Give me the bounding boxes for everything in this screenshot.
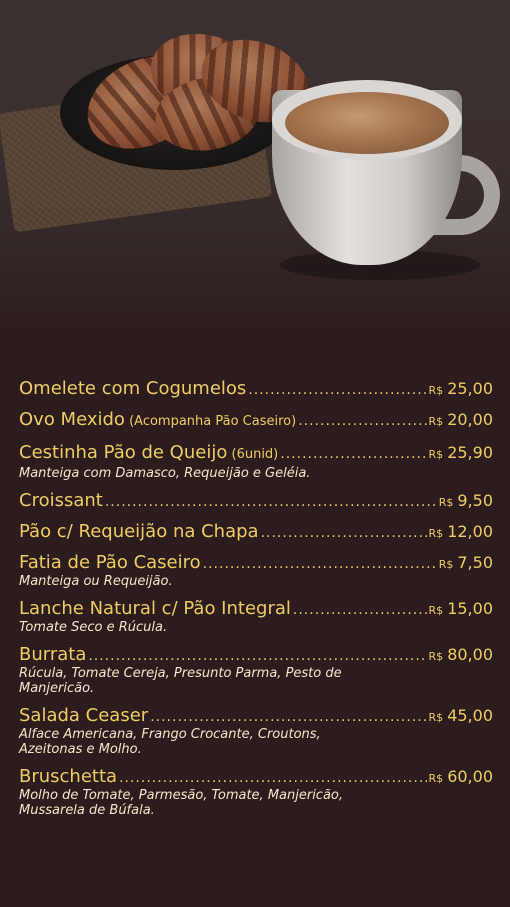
dot-leader: [203, 556, 437, 572]
item-description: Molho de Tomate, Parmesão, Tomate, Manje…: [19, 788, 344, 818]
item-price: 25,90: [447, 443, 493, 462]
currency-label: R$: [428, 650, 444, 663]
item-name: Salada Ceaser: [19, 705, 149, 726]
item-description: Rúcula, Tomate Cereja, Presunto Parma, P…: [19, 666, 342, 696]
menu-item: Salada Ceaser R$ 45,00 Alface Americana,…: [19, 705, 493, 757]
menu-item: Croissant R$ 9,50: [19, 490, 493, 512]
item-name: Cestinha Pão de Queijo: [19, 442, 228, 463]
item-price: 60,00: [447, 767, 493, 786]
currency-label: R$: [428, 448, 444, 461]
currency-label: R$: [438, 558, 454, 571]
currency-label: R$: [428, 527, 444, 540]
currency-label: R$: [428, 384, 444, 397]
menu-item: Fatia de Pão Caseiro R$ 7,50 Manteiga ou…: [19, 552, 493, 589]
item-price: 25,00: [447, 379, 493, 398]
item-price: 80,00: [447, 645, 493, 664]
item-name: Fatia de Pão Caseiro: [19, 552, 201, 573]
item-name: Croissant: [19, 490, 103, 511]
item-name: Lanche Natural c/ Pão Integral: [19, 598, 291, 619]
menu-item: Bruschetta R$ 60,00 Molho de Tomate, Par…: [19, 766, 493, 818]
menu-item: Cestinha Pão de Queijo (6unid) R$ 25,90 …: [19, 442, 493, 481]
dot-leader: [119, 770, 426, 786]
hero-photo: [0, 0, 510, 330]
item-description: Alface Americana, Frango Crocante, Crout…: [19, 727, 321, 757]
item-description: Manteiga com Damasco, Requeijão e Geléia…: [19, 466, 311, 481]
item-name: Burrata: [19, 644, 87, 665]
dot-leader: [261, 525, 427, 541]
item-note: (6unid): [231, 447, 279, 462]
dot-leader: [105, 494, 437, 510]
item-price: 7,50: [457, 553, 493, 572]
item-description: Tomate Seco e Rúcula.: [19, 620, 168, 635]
menu-item: Burrata R$ 80,00 Rúcula, Tomate Cereja, …: [19, 644, 493, 696]
dot-leader: [298, 413, 426, 429]
dot-leader: [280, 446, 426, 462]
menu-item: Lanche Natural c/ Pão Integral R$ 15,00 …: [19, 598, 493, 635]
item-name: Bruschetta: [19, 766, 118, 787]
menu-item: Ovo Mexido (Acompanha Pão Caseiro) R$ 20…: [19, 409, 493, 433]
item-price: 12,00: [447, 522, 493, 541]
menu-item: Pão c/ Requeijão na Chapa R$ 12,00: [19, 521, 493, 543]
coffee: [285, 92, 449, 154]
dot-leader: [88, 648, 426, 664]
item-name: Pão c/ Requeijão na Chapa: [19, 521, 259, 542]
currency-label: R$: [428, 415, 444, 428]
menu-item: Omelete com Cogumelos R$ 25,00: [19, 378, 493, 400]
item-price: 9,50: [457, 491, 493, 510]
item-price: 20,00: [447, 410, 493, 429]
currency-label: R$: [428, 604, 444, 617]
currency-label: R$: [438, 496, 454, 509]
currency-label: R$: [428, 772, 444, 785]
item-name: Omelete com Cogumelos: [19, 378, 247, 399]
item-name: Ovo Mexido: [19, 409, 125, 430]
item-note: (Acompanha Pão Caseiro): [129, 414, 297, 429]
dot-leader: [248, 382, 426, 398]
item-description: Manteiga ou Requeijão.: [19, 574, 173, 589]
currency-label: R$: [428, 711, 444, 724]
dot-leader: [150, 709, 426, 725]
item-price: 15,00: [447, 599, 493, 618]
menu-list: Omelete com Cogumelos R$ 25,00 Ovo Mexid…: [19, 378, 493, 827]
dot-leader: [293, 602, 427, 618]
item-price: 45,00: [447, 706, 493, 725]
